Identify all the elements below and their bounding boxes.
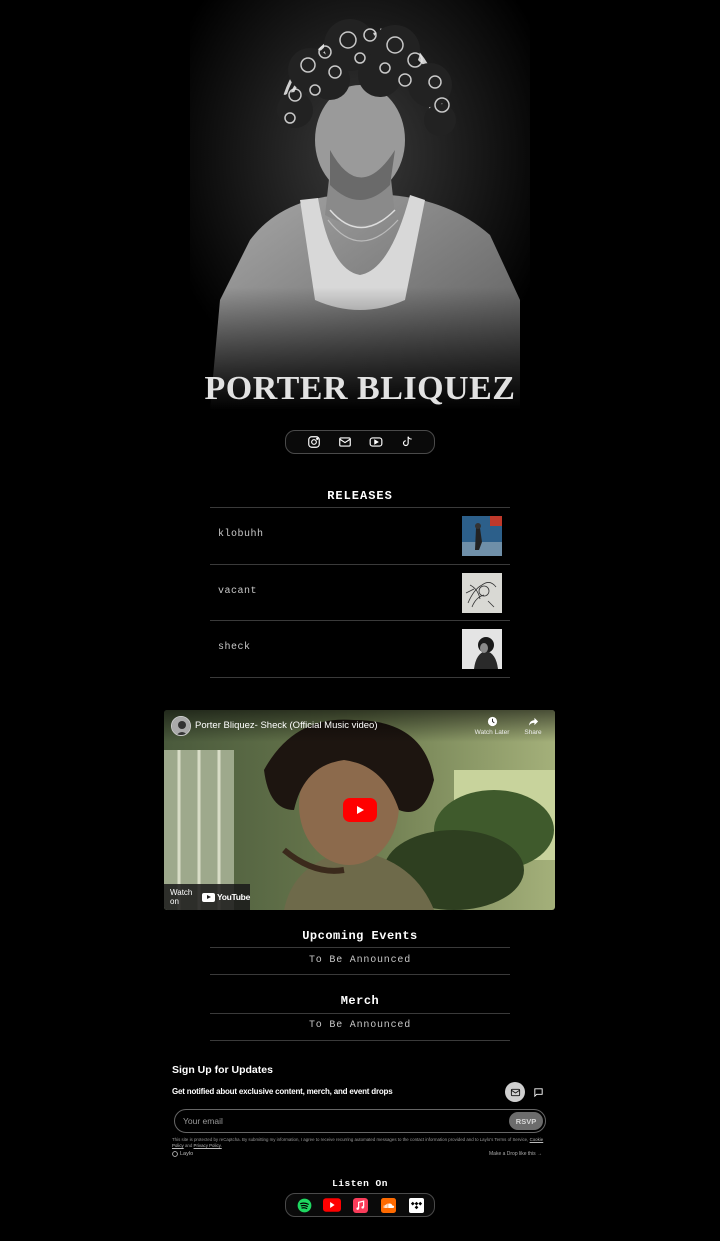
merch-status: To Be Announced (308, 1020, 411, 1031)
events-title: Upcoming Events (302, 929, 418, 943)
email-field[interactable] (183, 1113, 503, 1129)
play-button[interactable] (343, 798, 377, 822)
releases-title: RELEASES (327, 489, 393, 503)
instagram-icon[interactable] (305, 434, 322, 451)
play-icon (357, 806, 364, 814)
channel-avatar[interactable] (171, 716, 191, 736)
legal-and: and (184, 1142, 193, 1148)
share-label: Share (524, 729, 542, 736)
release-item-vacant[interactable]: vacant (210, 565, 510, 621)
mail-icon[interactable] (336, 434, 353, 451)
hero: PORTER BLIQUEZ (0, 0, 720, 420)
soundcloud-icon[interactable] (379, 1197, 397, 1213)
release-name: sheck (218, 642, 251, 653)
youtube-icon[interactable] (323, 1198, 341, 1212)
release-item-sheck[interactable]: sheck (210, 621, 510, 677)
social-links (285, 430, 435, 454)
share-icon (528, 717, 538, 726)
release-cover (462, 573, 502, 613)
spotify-icon[interactable] (295, 1198, 313, 1212)
laylo-icon (172, 1151, 178, 1157)
privacy-policy-link[interactable]: Privacy Policy. (194, 1143, 222, 1148)
divider (210, 1040, 510, 1041)
tiktok-icon[interactable] (398, 434, 415, 451)
divider (210, 974, 510, 975)
artist-name: PORTER BLIQUEZ (204, 370, 516, 407)
youtube-wordmark: YouTube (217, 892, 250, 902)
share-button[interactable]: Share (513, 716, 553, 736)
sms-channel-toggle[interactable] (528, 1082, 548, 1102)
laylo-brand[interactable]: Laylo (172, 1151, 193, 1157)
divider (210, 1013, 510, 1014)
events-status: To Be Announced (308, 955, 411, 966)
watch-later-button[interactable]: Watch Later (472, 716, 512, 736)
clock-icon (487, 716, 497, 727)
laylo-label: Laylo (180, 1151, 194, 1157)
youtube-icon[interactable] (367, 434, 384, 451)
listen-title: Listen On (332, 1178, 388, 1189)
video-embed[interactable]: Porter Bliquez- Sheck (Official Music vi… (164, 710, 555, 910)
legal-text: This site is protected by reCaptcha. By … (172, 1137, 552, 1148)
release-cover (462, 516, 502, 556)
release-name: klobuhh (218, 529, 264, 540)
artist-photo (190, 0, 530, 410)
watch-on-youtube[interactable]: Watch on YouTube (164, 884, 250, 910)
apple-music-icon[interactable] (351, 1197, 369, 1213)
email-form: RSVP (174, 1109, 546, 1133)
legal-body: This site is protected by reCaptcha. By … (172, 1137, 529, 1142)
video-title[interactable]: Porter Bliquez- Sheck (Official Music vi… (195, 720, 378, 731)
chat-icon (533, 1087, 543, 1097)
youtube-logo: YouTube (202, 892, 250, 902)
email-channel-toggle[interactable] (505, 1082, 525, 1102)
release-cover (462, 629, 502, 669)
rsvp-button[interactable]: RSVP (509, 1112, 543, 1130)
tidal-icon[interactable] (407, 1197, 425, 1213)
divider (210, 677, 510, 678)
listen-links (285, 1193, 435, 1217)
signup-title: Sign Up for Updates (172, 1064, 273, 1076)
watch-later-label: Watch Later (474, 729, 510, 736)
divider (210, 947, 510, 948)
watch-on-label: Watch on (170, 888, 193, 906)
youtube-icon (202, 892, 215, 902)
signup-subtitle: Get notified about exclusive content, me… (172, 1087, 393, 1096)
release-item-klobuhh[interactable]: klobuhh (210, 508, 510, 564)
release-name: vacant (218, 586, 258, 597)
make-drop-link[interactable]: Make a Drop like this → (489, 1151, 542, 1157)
merch-title: Merch (340, 994, 380, 1008)
mail-icon (510, 1088, 520, 1096)
